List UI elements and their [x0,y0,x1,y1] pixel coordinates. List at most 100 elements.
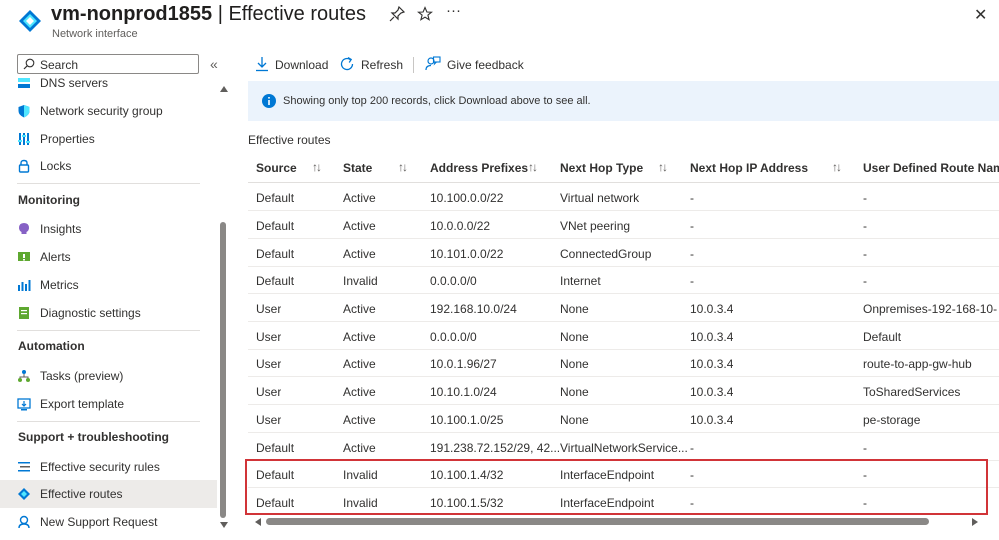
sidebar-scroll-up-icon[interactable] [220,86,228,92]
cell-next-hop-ip: - [690,441,694,455]
shield-icon [18,105,30,118]
cell-source: Default [256,219,295,233]
column-header-user-defined-route-name[interactable]: User Defined Route Nam [863,161,999,175]
info-banner-text: Showing only top 200 records, click Down… [283,95,591,107]
cell-next-hop-ip: 10.0.3.4 [690,302,734,316]
cell-state: Active [343,413,376,427]
sort-icon[interactable]: ↑↓ [312,160,322,174]
cell-next-hop-ip: - [690,247,694,261]
close-icon[interactable]: ✕ [974,5,987,25]
table-row[interactable]: Default Active 10.100.0.0/22 Virtual net… [248,183,999,211]
diagnostic-icon [19,307,29,319]
sort-icon[interactable]: ↑↓ [832,160,842,174]
cell-route-name: - [863,247,867,261]
sidebar-item-label: New Support Request [40,515,158,529]
refresh-icon [340,56,354,71]
alerts-icon [18,252,30,261]
sidebar-item-dns-servers[interactable]: DNS servers [0,69,217,97]
pin-icon[interactable] [389,6,405,22]
cell-next-hop-type: Internet [560,274,601,288]
sidebar-divider [17,183,200,184]
table-row[interactable]: User Active 192.168.10.0/24 None 10.0.3.… [248,294,999,322]
cell-state: Active [343,357,376,371]
column-header-state[interactable]: State [343,161,372,175]
sidebar-item-label: Effective security rules [40,460,160,474]
table-row[interactable]: Default Invalid 0.0.0.0/0 Internet - - [248,266,999,294]
sidebar-scrollbar-thumb[interactable] [220,222,226,518]
table-row[interactable]: Default Active 10.101.0.0/22 ConnectedGr… [248,239,999,267]
cell-address-prefixes: 0.0.0.0/0 [430,274,477,288]
sidebar-item-insights[interactable]: Insights [0,215,217,243]
sidebar-item-label: Diagnostic settings [40,306,141,320]
sidebar-item-metrics[interactable]: Metrics [0,271,217,299]
cell-address-prefixes: 10.101.0.0/22 [430,247,504,261]
table-row[interactable]: User Active 10.100.1.0/25 None 10.0.3.4 … [248,405,999,433]
cell-route-name: - [863,441,867,455]
sort-icon[interactable]: ↑↓ [528,160,538,174]
scroll-right-icon[interactable] [972,518,978,526]
sidebar-item-label: Insights [40,222,82,236]
refresh-label: Refresh [361,58,404,72]
table-row[interactable]: User Active 10.10.1.0/24 None 10.0.3.4 T… [248,377,999,405]
cell-route-name: ToSharedServices [863,385,961,399]
cell-route-name: route-to-app-gw-hub [863,357,972,371]
sidebar-scroll-down-icon[interactable] [220,522,228,528]
cell-next-hop-type: VNet peering [560,219,631,233]
column-header-source[interactable]: Source [256,161,297,175]
sidebar-item-label: Alerts [40,250,71,264]
table-row[interactable]: User Active 0.0.0.0/0 None 10.0.3.4 Defa… [248,322,999,350]
cell-state: Active [343,330,376,344]
more-options-icon[interactable]: ··· [446,2,461,19]
resource-type-subtitle: Network interface [52,28,138,40]
table-row[interactable]: Default Active 10.0.0.0/22 VNet peering … [248,211,999,239]
cell-source: User [256,302,282,316]
refresh-button[interactable]: Refresh [339,56,404,74]
table-row[interactable]: Default Active 191.238.72.152/29, 42... … [248,433,999,461]
sidebar-item-alerts[interactable]: Alerts [0,243,217,271]
give-feedback-button[interactable]: Give feedback [425,56,525,74]
sidebar-item-network-security-group[interactable]: Network security group [0,97,217,125]
cell-source: Default [256,191,295,205]
column-header-address-prefixes[interactable]: Address Prefixes [430,161,528,175]
cell-source: Default [256,247,295,261]
star-icon[interactable] [417,6,433,22]
horizontal-scrollbar-thumb[interactable] [266,518,929,525]
sidebar-item-new-support-request[interactable]: New Support Request [0,508,217,536]
sidebar-item-locks[interactable]: Locks [0,152,217,180]
cell-next-hop-type: None [560,302,589,316]
cell-source: User [256,413,282,427]
cell-state: Active [343,385,376,399]
table-row[interactable]: User Active 10.0.1.96/27 None 10.0.3.4 r… [248,349,999,377]
sidebar-item-diagnostic-settings[interactable]: Diagnostic settings [0,299,217,327]
sidebar-divider [17,421,200,422]
sidebar-item-effective-routes[interactable]: Effective routes [0,480,217,508]
cell-source: User [256,330,282,344]
cell-next-hop-type: Virtual network [560,191,640,205]
sidebar-divider [17,330,200,331]
cell-next-hop-type: None [560,330,589,344]
metrics-icon [18,280,31,291]
export-icon [17,398,31,411]
scroll-left-icon[interactable] [255,518,261,526]
highlight-annotation-box [245,459,988,515]
download-button[interactable]: Download [255,56,330,74]
info-icon [262,94,276,108]
sidebar-item-effective-security-rules[interactable]: Effective security rules [0,453,217,481]
section-title: Effective routes [248,133,331,147]
sidebar-item-tasks[interactable]: Tasks (preview) [0,362,217,390]
sidebar-section-monitoring: Monitoring [18,193,80,207]
resource-name: vm-nonprod1855 [51,3,213,25]
sort-icon[interactable]: ↑↓ [398,160,408,174]
sidebar-item-export-template[interactable]: Export template [0,390,217,418]
cell-route-name: - [863,219,867,233]
cell-next-hop-ip: - [690,191,694,205]
cell-address-prefixes: 10.100.1.0/25 [430,413,504,427]
cell-state: Active [343,191,376,205]
cell-source: Default [256,274,295,288]
cell-route-name: - [863,274,867,288]
column-header-next-hop-type[interactable]: Next Hop Type [560,161,643,175]
sidebar-item-properties[interactable]: Properties [0,125,217,153]
column-header-next-hop-ip[interactable]: Next Hop IP Address [690,161,808,175]
sort-icon[interactable]: ↑↓ [658,160,668,174]
sidebar-item-label: Locks [40,159,72,173]
